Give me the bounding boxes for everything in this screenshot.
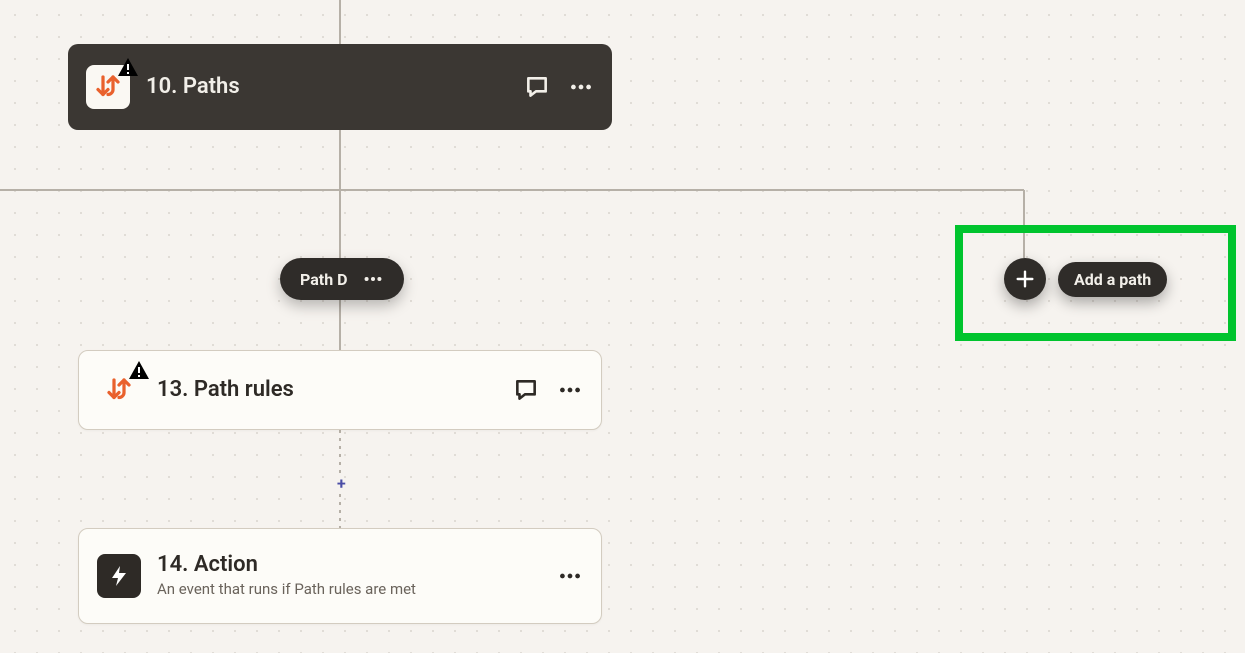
warning-icon [116,55,140,79]
path-rules-node[interactable]: 13. Path rules [78,350,602,430]
more-icon[interactable] [568,74,594,100]
paths-icon-box [86,65,130,109]
path-branch-label: Path D [300,270,348,289]
warning-icon [127,358,151,382]
path-branch-pill[interactable]: Path D [280,258,404,300]
comment-icon[interactable] [513,377,539,403]
path-rules-node-title: 13. Path rules [157,377,497,403]
plus-icon [1014,268,1036,290]
paths-node[interactable]: 10. Paths [68,44,612,130]
more-icon[interactable] [362,268,384,290]
more-icon[interactable] [557,563,583,589]
workflow-canvas[interactable]: 10. Paths Path D [0,0,1245,653]
more-icon[interactable] [557,377,583,403]
add-path-button[interactable] [1004,258,1046,300]
paths-node-title: 10. Paths [146,74,508,100]
bolt-icon [107,564,131,588]
add-path-control[interactable]: Add a path [1004,258,1167,300]
action-icon-box [97,554,141,598]
add-path-label: Add a path [1058,262,1167,297]
comment-icon[interactable] [524,74,550,100]
path-rules-icon-box [97,368,141,412]
action-node[interactable]: 14. Action An event that runs if Path ru… [78,528,602,624]
action-node-subtitle: An event that runs if Path rules are met [157,580,541,600]
insert-step-button[interactable]: + [333,472,350,495]
action-node-title: 14. Action [157,552,541,578]
